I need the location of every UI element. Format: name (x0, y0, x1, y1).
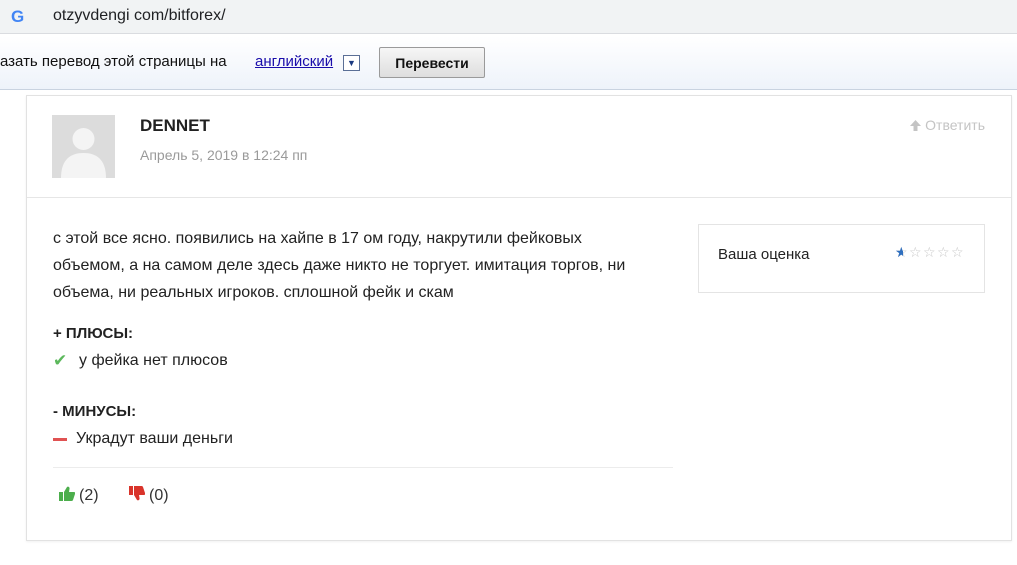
rating-box: Ваша оценка ☆ ★ ☆ ☆ ☆ ☆ (698, 224, 985, 293)
like-button[interactable]: (2) (59, 486, 99, 506)
dislike-button[interactable]: (0) (129, 486, 169, 506)
thumbs-down-icon (129, 486, 146, 506)
translate-prompt: азать перевод этой страницы на (0, 53, 227, 70)
comment-header: DENNET Апрель 5, 2019 в 12:24 пп Ответит… (27, 96, 1011, 198)
rating-label: Ваша оценка (718, 246, 810, 263)
comment-card: DENNET Апрель 5, 2019 в 12:24 пп Ответит… (26, 95, 1012, 541)
address-bar[interactable]: G otzyvdengi com/bitforex/ (0, 0, 1017, 34)
arrow-up-icon (910, 119, 922, 131)
user-silhouette-icon (52, 115, 115, 178)
star-icon[interactable]: ☆ (937, 242, 951, 262)
star-icon[interactable]: ☆ ★ (895, 242, 909, 262)
star-icon[interactable]: ☆ (909, 242, 923, 262)
comment-date: Апрель 5, 2019 в 12:24 пп (140, 147, 308, 163)
reply-button[interactable]: Ответить (909, 117, 985, 133)
url-text[interactable]: otzyvdengi com/bitforex/ (53, 7, 226, 25)
cons-item-text: Украдут ваши деньги (76, 430, 233, 447)
divider (53, 467, 673, 468)
reply-label: Ответить (925, 117, 985, 133)
language-link[interactable]: английский (255, 53, 333, 70)
thumbs-up-icon (59, 486, 76, 506)
comment-text: с этой все ясно. появились на хайпе в 17… (53, 230, 626, 301)
cons-item: Украдут ваши деньги (53, 430, 233, 448)
dislike-count: (0) (149, 487, 169, 504)
translate-button[interactable]: Перевести (379, 47, 485, 78)
star-rating[interactable]: ☆ ★ ☆ ☆ ☆ ☆ (895, 242, 965, 262)
pros-title: + ПЛЮСЫ: (53, 325, 134, 342)
star-icon[interactable]: ☆ (923, 242, 937, 262)
avatar (52, 115, 115, 178)
google-logo-icon: G (11, 7, 25, 26)
pros-item-text: у фейка нет плюсов (79, 352, 228, 369)
language-dropdown-icon[interactable]: ▼ (343, 55, 360, 71)
minus-icon (53, 437, 67, 441)
cons-title: - МИНУСЫ: (53, 403, 137, 420)
star-icon[interactable]: ☆ (951, 242, 965, 262)
author-name[interactable]: DENNET (140, 116, 210, 136)
pros-item: ✔ у фейка нет плюсов (53, 351, 228, 371)
translate-bar: азать перевод этой страницы на английски… (0, 36, 1017, 90)
like-count: (2) (79, 487, 99, 504)
checkmark-icon: ✔ (53, 351, 68, 370)
